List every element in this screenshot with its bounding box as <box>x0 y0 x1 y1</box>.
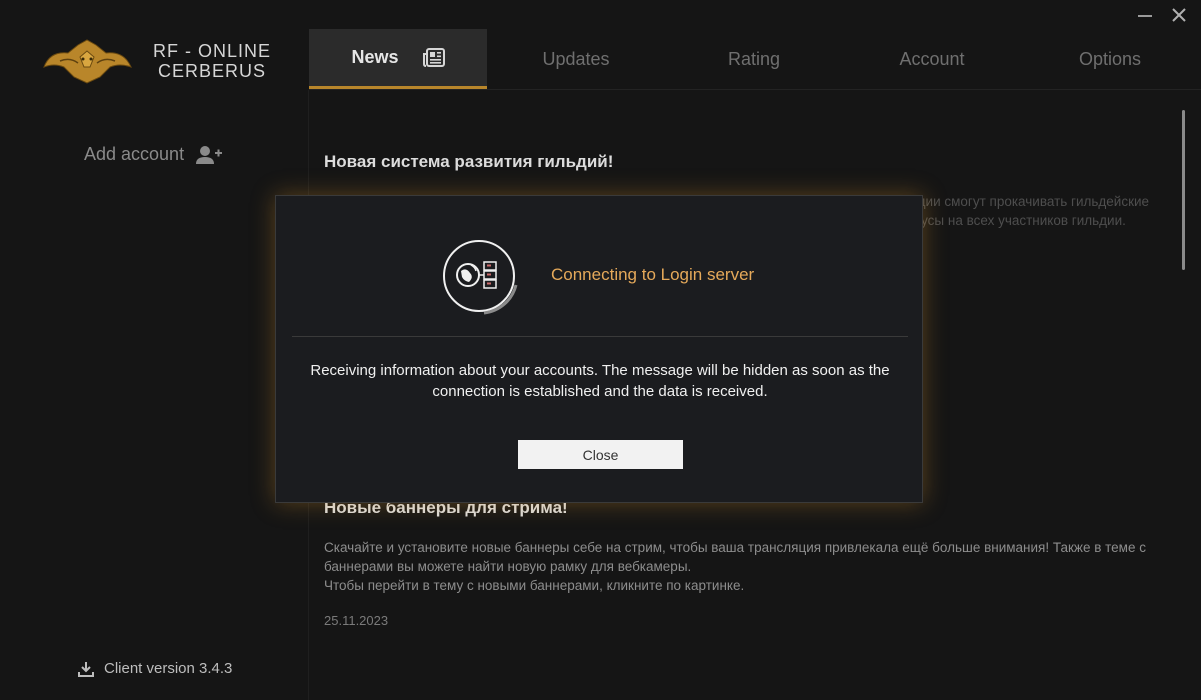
add-account-button[interactable]: Add account <box>84 144 223 165</box>
logo-line2: CERBERUS <box>157 61 267 81</box>
scrollbar[interactable] <box>1182 110 1185 270</box>
add-account-label: Add account <box>84 144 185 164</box>
tab-options[interactable]: Options <box>1021 29 1199 89</box>
download-icon <box>78 661 94 677</box>
tab-news[interactable]: News <box>309 29 487 89</box>
add-user-icon <box>196 145 223 164</box>
news-body-paragraph: Чтобы перейти в тему с новыми баннерами,… <box>324 578 745 593</box>
window-controls <box>1133 4 1191 26</box>
connection-dialog: Connecting to Login server Receiving inf… <box>275 195 923 503</box>
dialog-close-button[interactable]: Close <box>518 440 683 469</box>
dialog-title: Connecting to Login server <box>551 265 755 284</box>
close-icon <box>1172 8 1186 22</box>
dialog-divider <box>292 336 908 337</box>
cerberus-emblem-icon <box>43 39 132 84</box>
news-body: Скачайте и установите новые баннеры себе… <box>324 538 1169 595</box>
logo-text: RF - ONLINE CERBERUS <box>153 41 271 81</box>
client-version: Client version 3.4.3 <box>78 660 232 677</box>
dialog-message: Receiving information about your account… <box>310 362 890 400</box>
tab-rating[interactable]: Rating <box>665 29 843 89</box>
launcher-window: RF - ONLINE CERBERUS News Updates Rating… <box>0 0 1201 700</box>
tab-account[interactable]: Account <box>843 29 1021 89</box>
close-window-button[interactable] <box>1167 4 1191 26</box>
minimize-icon <box>1138 15 1152 17</box>
logo-line1: RF - ONLINE <box>153 41 272 61</box>
tab-news-label: News <box>351 47 399 67</box>
client-version-text: Client version 3.4.3 <box>104 660 233 677</box>
news-date: 25.11.2023 <box>324 613 389 628</box>
tab-account-label: Account <box>899 48 965 69</box>
dialog-header: Connecting to Login server <box>276 196 922 336</box>
main-nav: News Updates Rating Account Options <box>309 29 1201 89</box>
globe-server-spinner-icon <box>443 240 518 315</box>
logo: RF - ONLINE CERBERUS <box>40 36 300 86</box>
tab-rating-label: Rating <box>727 48 781 69</box>
tab-updates-label: Updates <box>542 48 610 69</box>
news-title: Новая система развития гильдий! <box>324 152 614 171</box>
minimize-button[interactable] <box>1133 4 1157 26</box>
news-item: Новые баннеры для стрима! Скачайте и уст… <box>324 498 1169 628</box>
tab-updates[interactable]: Updates <box>487 29 665 89</box>
newspaper-icon <box>422 47 445 67</box>
news-body-paragraph: Скачайте и установите новые баннеры себе… <box>324 540 1146 574</box>
sidebar: Add account Client version 3.4.3 <box>0 90 309 700</box>
tab-options-label: Options <box>1078 48 1142 69</box>
